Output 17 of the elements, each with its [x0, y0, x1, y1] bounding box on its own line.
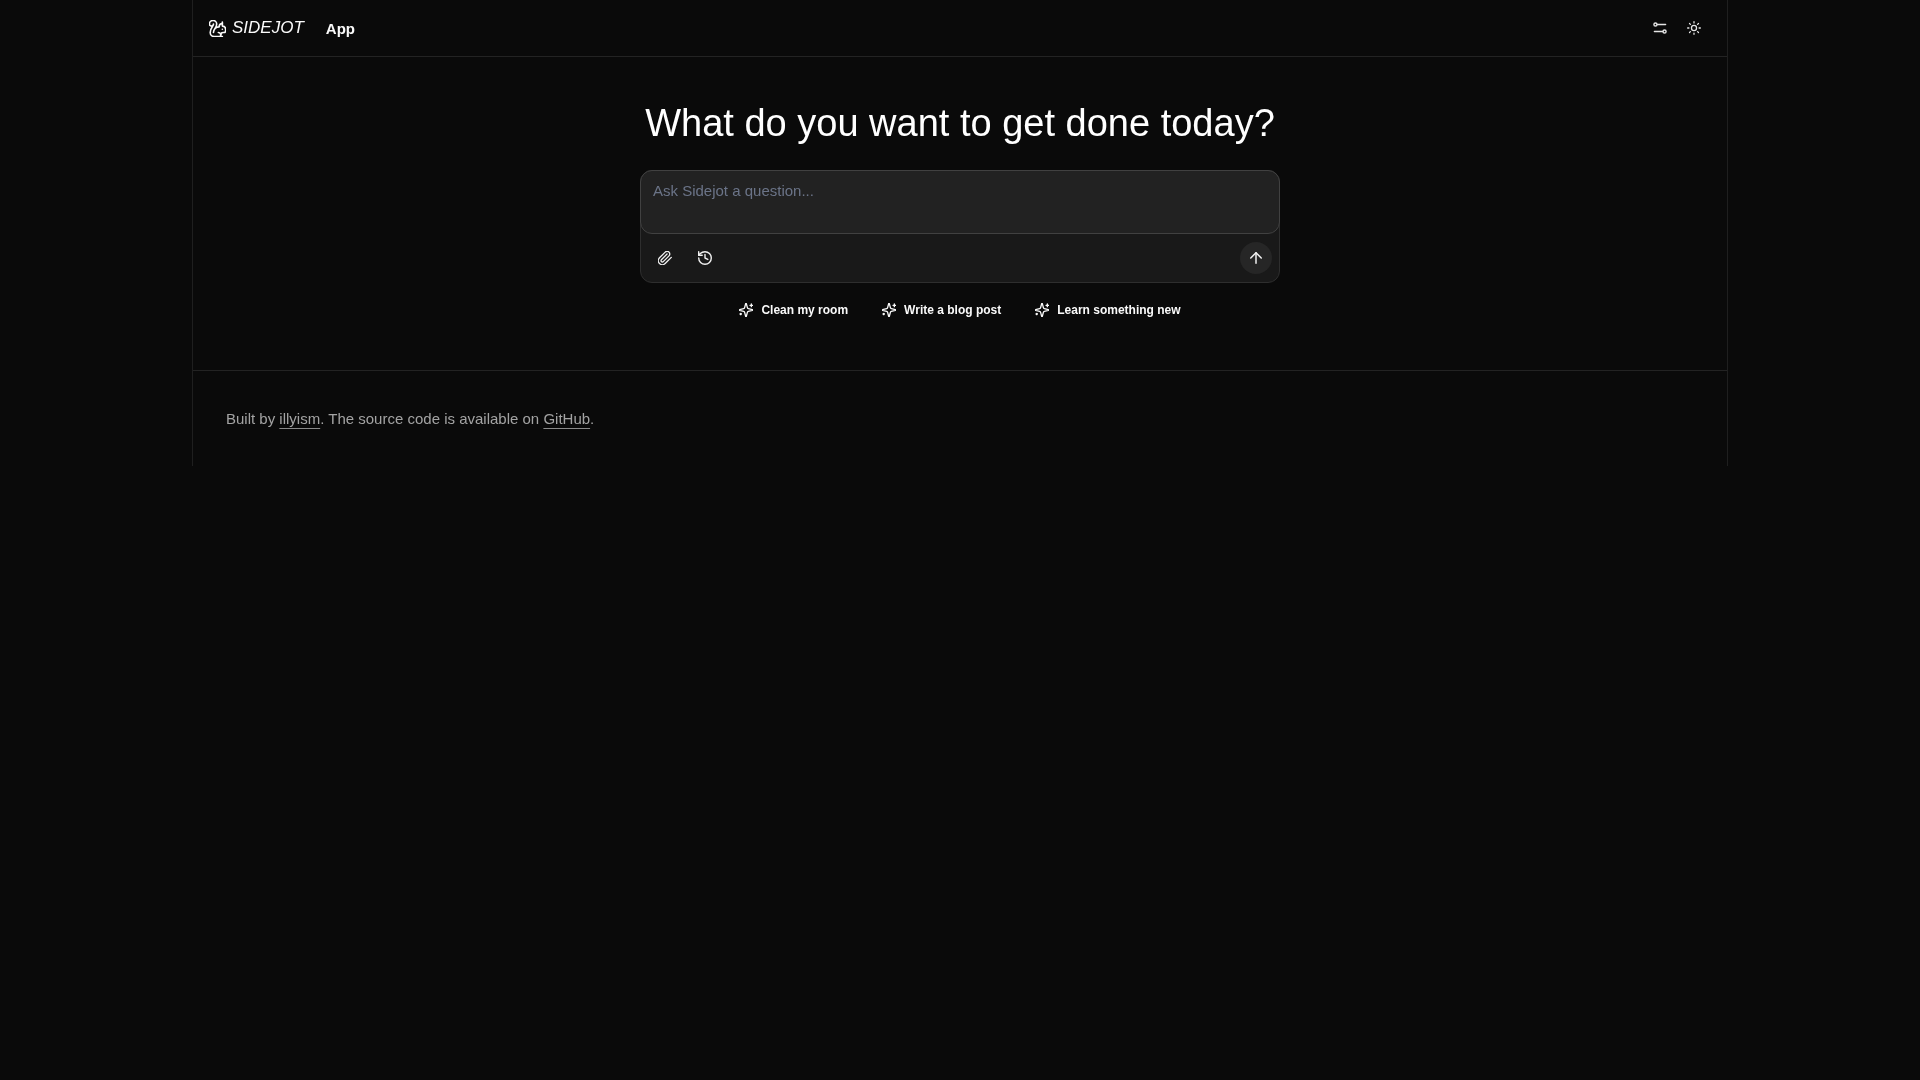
footer-text: Built by illyism. The source code is available on GitHub.	[226, 409, 595, 429]
send-button[interactable]	[1240, 242, 1272, 274]
suggestion-button[interactable]: Write a blog post	[880, 301, 1004, 319]
sun-icon	[1687, 21, 1701, 35]
page-heading: What do you want to get done today?	[645, 101, 1275, 146]
settings-icon	[1653, 21, 1667, 35]
history-icon	[698, 251, 712, 265]
sparkles-icon	[739, 303, 754, 317]
sparkles-icon	[1035, 303, 1050, 317]
sparkles-icon	[882, 303, 897, 317]
brand-link[interactable]: SIDEJOT	[209, 18, 304, 38]
squirrel-icon	[209, 19, 226, 37]
suggestion-button[interactable]: Learn something new	[1033, 301, 1183, 319]
paperclip-icon	[658, 251, 672, 265]
nav-link[interactable]: App	[325, 19, 355, 37]
question-field[interactable]: Ask Sidejot a question...	[640, 170, 1280, 234]
suggestion-button[interactable]: Clean my room	[737, 301, 851, 319]
